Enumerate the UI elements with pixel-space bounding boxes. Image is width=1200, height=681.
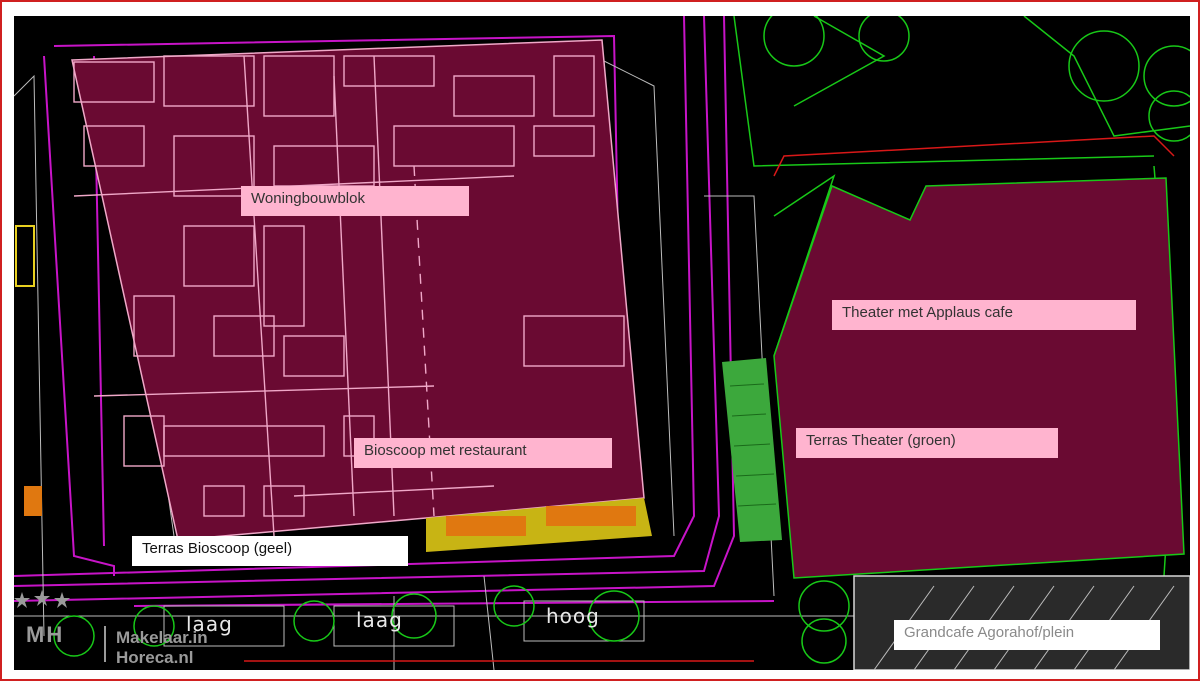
label-bioscoop: Bioscoop met restaurant xyxy=(354,438,612,468)
label-grandcafe: Grandcafe Agorahof/plein xyxy=(894,620,1160,650)
theater-outline xyxy=(773,135,1175,177)
site-map: Woningbouwblok Bioscoop met restaurant T… xyxy=(14,16,1190,670)
logo-divider xyxy=(104,626,106,662)
makelaar-horeca-logo: MH Makelaar.in Horeca.nl xyxy=(2,588,232,668)
label-woningbouwblok: Woningbouwblok xyxy=(241,186,469,216)
left-orange-mark xyxy=(24,486,42,516)
map-frame: Woningbouwblok Bioscoop met restaurant T… xyxy=(0,0,1200,681)
logo-line2: Horeca.nl xyxy=(116,648,194,667)
logo-mark: MH xyxy=(26,622,65,647)
label-terras-bioscoop: Terras Bioscoop (geel) xyxy=(132,536,408,566)
label-terras-theater: Terras Theater (groen) xyxy=(796,428,1058,458)
road-label-hoog: hoog xyxy=(546,604,600,628)
road-label-laag-2: laag xyxy=(356,608,403,632)
site-plan-drawing xyxy=(14,16,1190,670)
star-icon xyxy=(14,590,70,608)
label-theater: Theater met Applaus cafe xyxy=(832,300,1136,330)
left-yellow-mark xyxy=(15,225,35,287)
logo-line1: Makelaar.in xyxy=(116,628,208,647)
theater-block xyxy=(773,177,1185,579)
